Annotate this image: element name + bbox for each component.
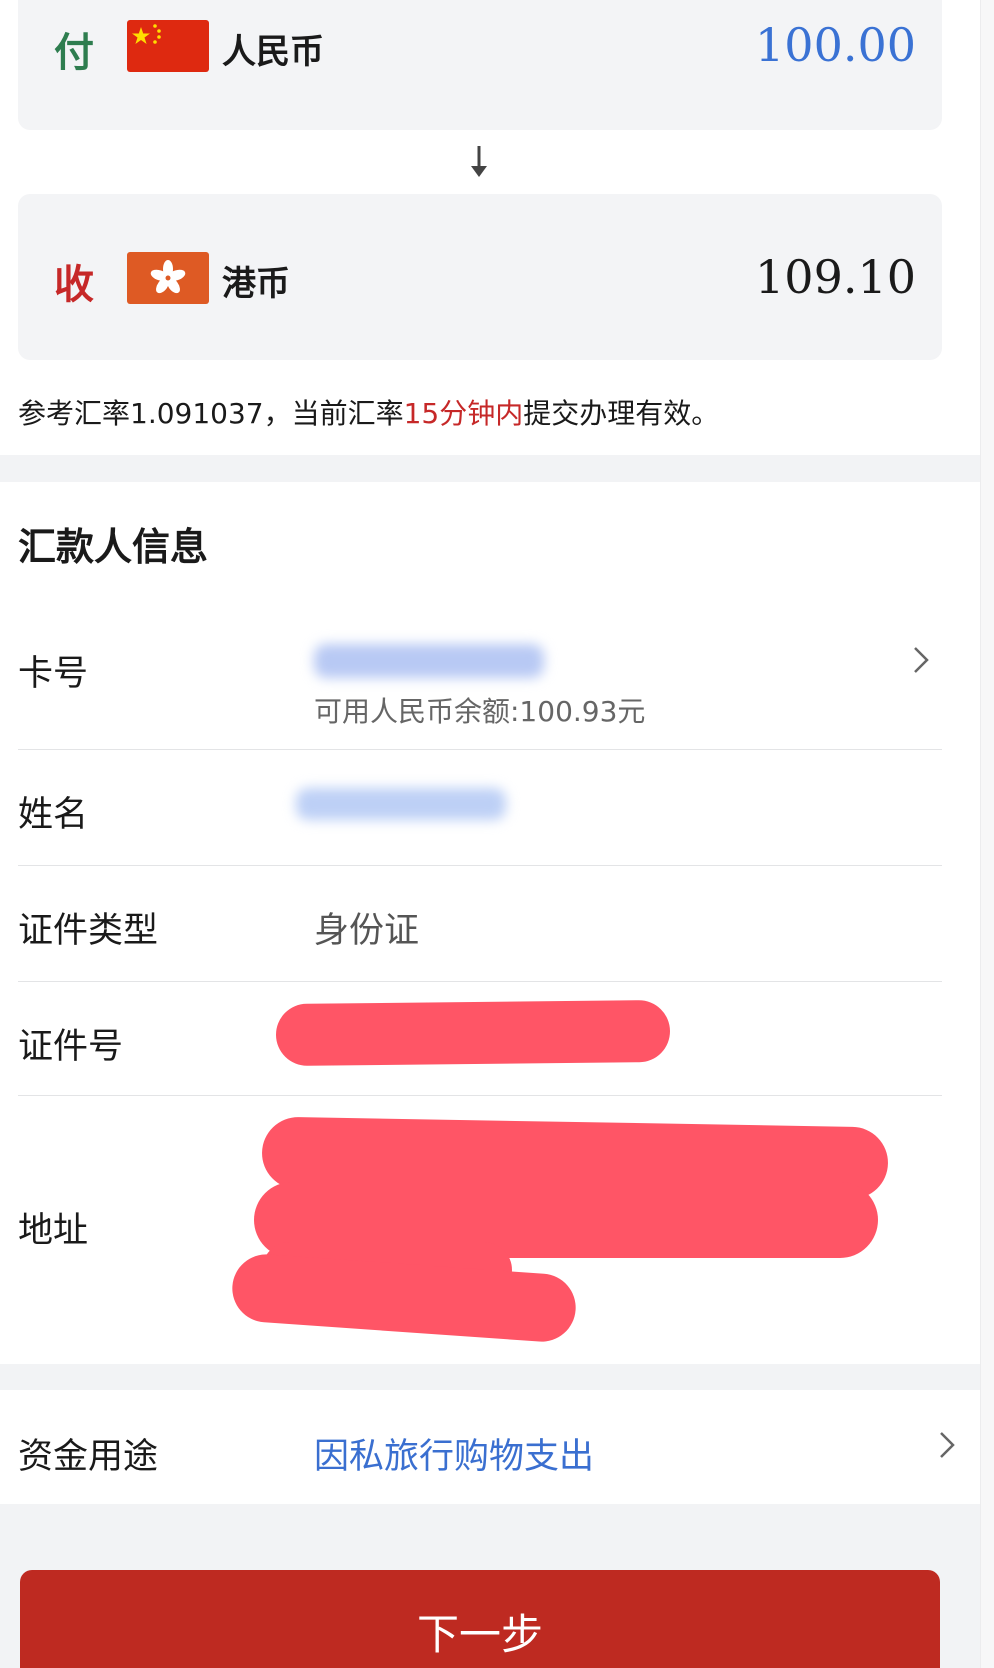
hk-flag-icon: [127, 252, 209, 304]
chevron-right-icon: [940, 1432, 955, 1458]
exchange-section: 付 人民币 100.00 收 港币 109.10 参考汇率1.091037，当前…: [0, 0, 980, 455]
cn-flag-icon: [127, 20, 209, 72]
pay-amount-input[interactable]: 100.00: [755, 18, 916, 72]
receive-tag: 收: [54, 262, 94, 308]
pay-currency-card[interactable]: 付 人民币 100.00: [18, 0, 942, 130]
receive-currency-name: 港币: [222, 264, 290, 304]
card-number-blurred: [314, 644, 544, 678]
pay-currency-name: 人民币: [222, 32, 324, 72]
content: 付 人民币 100.00 收 港币 109.10 参考汇率1.091037，当前…: [0, 0, 980, 1668]
scrollbar[interactable]: [980, 0, 994, 1668]
receive-amount: 109.10: [755, 250, 916, 304]
remitter-section: 汇款人信息 卡号 可用人民币余额:100.93元 姓名 证件类型 身份证 证件号: [0, 482, 980, 1364]
remitter-section-title: 汇款人信息: [18, 525, 209, 569]
fund-purpose-row[interactable]: 资金用途 因私旅行购物支出: [0, 1390, 980, 1504]
id-type-row: 证件类型 身份证: [18, 866, 942, 982]
fund-purpose-label: 资金用途: [18, 1437, 159, 1477]
arrow-down-icon: [471, 146, 487, 177]
address-row: 地址: [18, 1096, 942, 1364]
card-balance: 可用人民币余额:100.93元: [314, 695, 646, 728]
card-number-label: 卡号: [18, 654, 89, 694]
name-row: 姓名: [18, 750, 942, 866]
card-number-row[interactable]: 卡号 可用人民币余额:100.93元: [18, 610, 942, 750]
name-blurred: [296, 788, 506, 820]
id-number-row: 证件号: [18, 982, 942, 1096]
id-number-label: 证件号: [18, 1027, 124, 1067]
next-button[interactable]: 下一步: [20, 1570, 940, 1668]
id-type-value: 身份证: [314, 911, 420, 951]
id-type-label: 证件类型: [18, 911, 159, 951]
name-label: 姓名: [18, 795, 89, 835]
page: 付 人民币 100.00 收 港币 109.10 参考汇率1.091037，当前…: [0, 0, 994, 1668]
rate-suffix: 提交办理有效。: [523, 397, 720, 430]
exchange-rate-note: 参考汇率1.091037，当前汇率15分钟内提交办理有效。: [18, 392, 719, 432]
address-redaction-4: [230, 1252, 578, 1344]
address-label: 地址: [18, 1211, 89, 1251]
rate-time-limit: 15分钟内: [403, 397, 524, 430]
chevron-right-icon: [914, 647, 929, 673]
id-number-redaction: [275, 999, 671, 1067]
pay-tag: 付: [54, 30, 94, 76]
rate-prefix: 参考汇率1.091037，当前汇率: [18, 397, 404, 430]
fund-purpose-value: 因私旅行购物支出: [314, 1437, 595, 1477]
receive-currency-card[interactable]: 收 港币 109.10: [18, 194, 942, 360]
